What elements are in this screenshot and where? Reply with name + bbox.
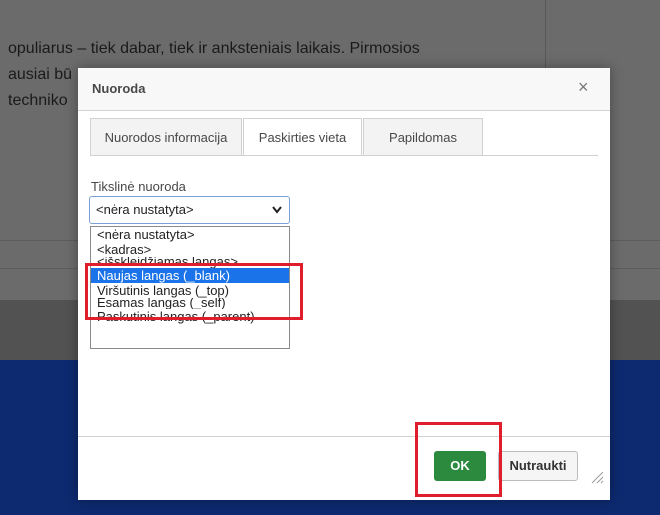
tab-advanced[interactable]: Papildomas [363, 118, 483, 156]
footer-divider [78, 436, 610, 437]
resize-grip-icon[interactable] [588, 468, 604, 484]
highlight-box-options [85, 263, 303, 320]
option-frame[interactable]: <kadras> [91, 242, 289, 257]
dialog-title: Nuoroda [92, 81, 146, 96]
highlight-box-ok [415, 422, 502, 497]
target-select[interactable]: <nėra nustatyta> [89, 196, 290, 224]
tab-link-info[interactable]: Nuorodos informacija [90, 118, 242, 156]
option-not-set[interactable]: <nėra nustatyta> [91, 227, 289, 242]
tab-divider [90, 155, 598, 156]
target-label: Tikslinė nuoroda [91, 179, 186, 194]
dialog-header: Nuoroda × [78, 68, 610, 111]
article-line: opuliarus – tiek dabar, tiek ir anksteni… [8, 40, 420, 57]
tab-target[interactable]: Paskirties vieta [243, 118, 362, 156]
cancel-button[interactable]: Nutraukti [498, 451, 578, 481]
target-select-value: <nėra nustatyta> [96, 202, 194, 217]
close-icon[interactable]: × [578, 77, 589, 97]
